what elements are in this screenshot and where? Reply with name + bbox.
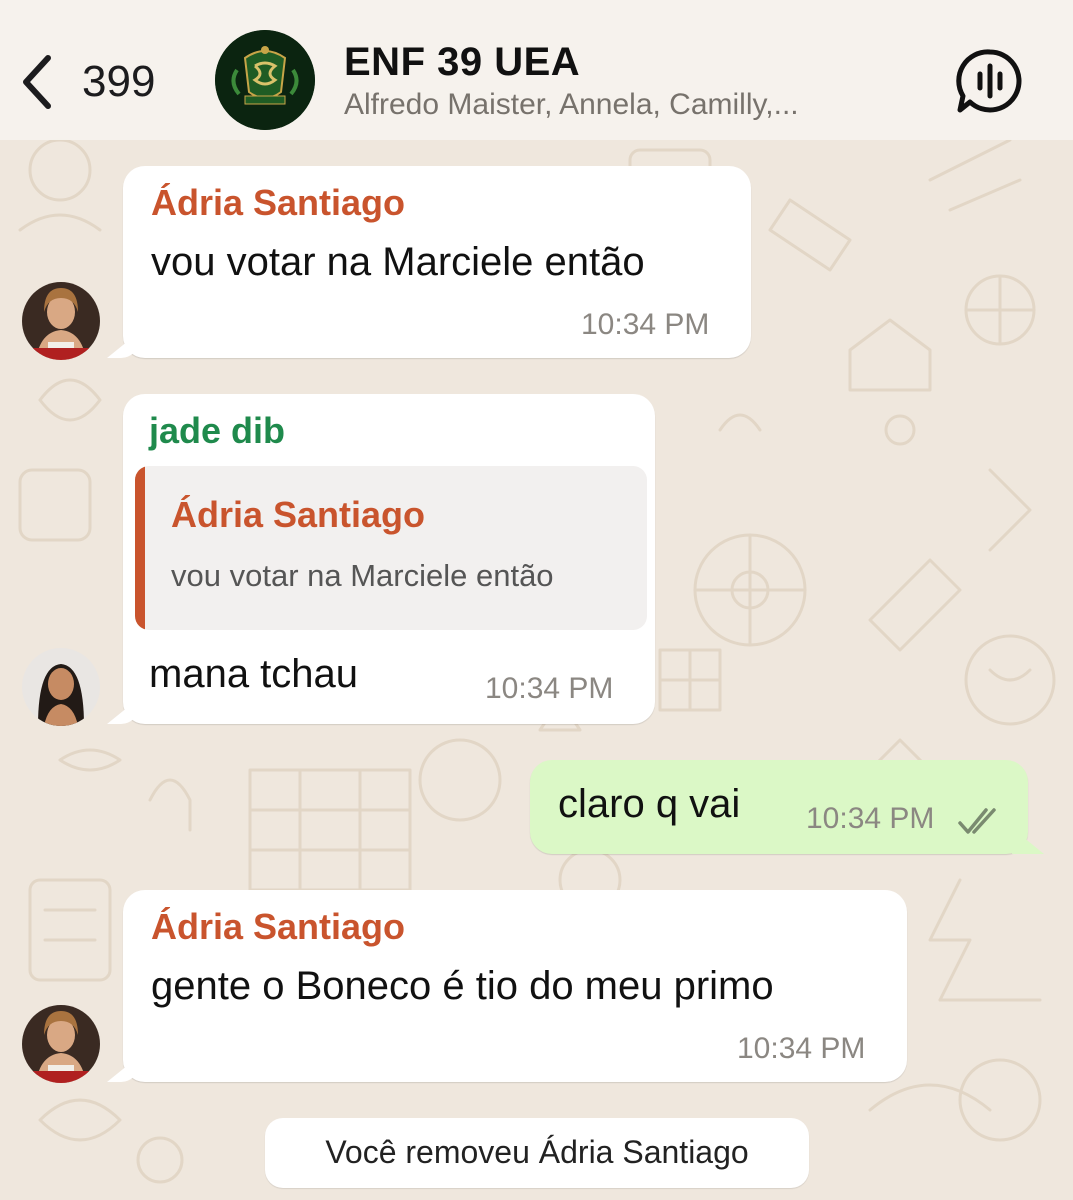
message-time: 10:34 PM	[806, 802, 935, 835]
message-text: claro q vai	[558, 782, 741, 826]
message-bubble[interactable]: Ádria Santiago gente o Boneco é tio do m…	[123, 890, 907, 1082]
avatar-adria-santiago[interactable]	[22, 1005, 100, 1083]
message-text: mana tchau	[149, 652, 359, 696]
avatar-jade-dib[interactable]	[22, 648, 100, 726]
quote-accent-bar	[135, 466, 145, 630]
quote-sender-name: Ádria Santiago	[171, 494, 426, 535]
message-text: gente o Boneco é tio do meu primo	[151, 964, 774, 1008]
chevron-left-icon	[23, 55, 51, 109]
group-members-subtitle[interactable]: Alfredo Maister, Annela, Camilly,...	[344, 88, 799, 122]
group-crest-icon	[215, 30, 315, 130]
quoted-reply[interactable]: Ádria Santiago vou votar na Marciele ent…	[135, 466, 647, 630]
sender-name[interactable]: Ádria Santiago	[151, 182, 405, 224]
profile-photo-icon	[22, 282, 100, 360]
profile-photo-icon	[22, 648, 100, 726]
message-time: 10:34 PM	[581, 308, 710, 341]
unread-count: 399	[82, 57, 156, 106]
message-bubble[interactable]: Ádria Santiago vou votar na Marciele ent…	[123, 166, 751, 358]
message-text: vou votar na Marciele então	[151, 240, 645, 284]
quote-text: vou votar na Marciele então	[171, 558, 554, 593]
group-title[interactable]: ENF 39 UEA	[344, 40, 580, 85]
profile-photo-icon	[22, 1005, 100, 1083]
sender-name[interactable]: Ádria Santiago	[151, 906, 405, 948]
system-message-text: Você removeu Ádria Santiago	[325, 1134, 749, 1170]
sender-name[interactable]: jade dib	[149, 410, 285, 452]
message-time: 10:34 PM	[737, 1032, 866, 1065]
group-avatar[interactable]	[215, 30, 315, 130]
system-message: Você removeu Ádria Santiago	[265, 1118, 809, 1188]
avatar-adria-santiago[interactable]	[22, 282, 100, 360]
message-time: 10:34 PM	[485, 672, 614, 705]
voice-chat-icon	[956, 49, 1022, 113]
chat-header: 399 ENF 39 UEA Alfredo Maister, Annela, …	[0, 0, 1073, 140]
message-bubble-outgoing[interactable]: claro q vai 10:34 PM	[530, 760, 1028, 854]
message-bubble[interactable]: jade dib Ádria Santiago vou votar na Mar…	[123, 394, 655, 724]
read-ticks-icon	[958, 808, 996, 834]
voice-chat-button[interactable]	[955, 46, 1025, 116]
back-button[interactable]: 399	[18, 44, 178, 120]
